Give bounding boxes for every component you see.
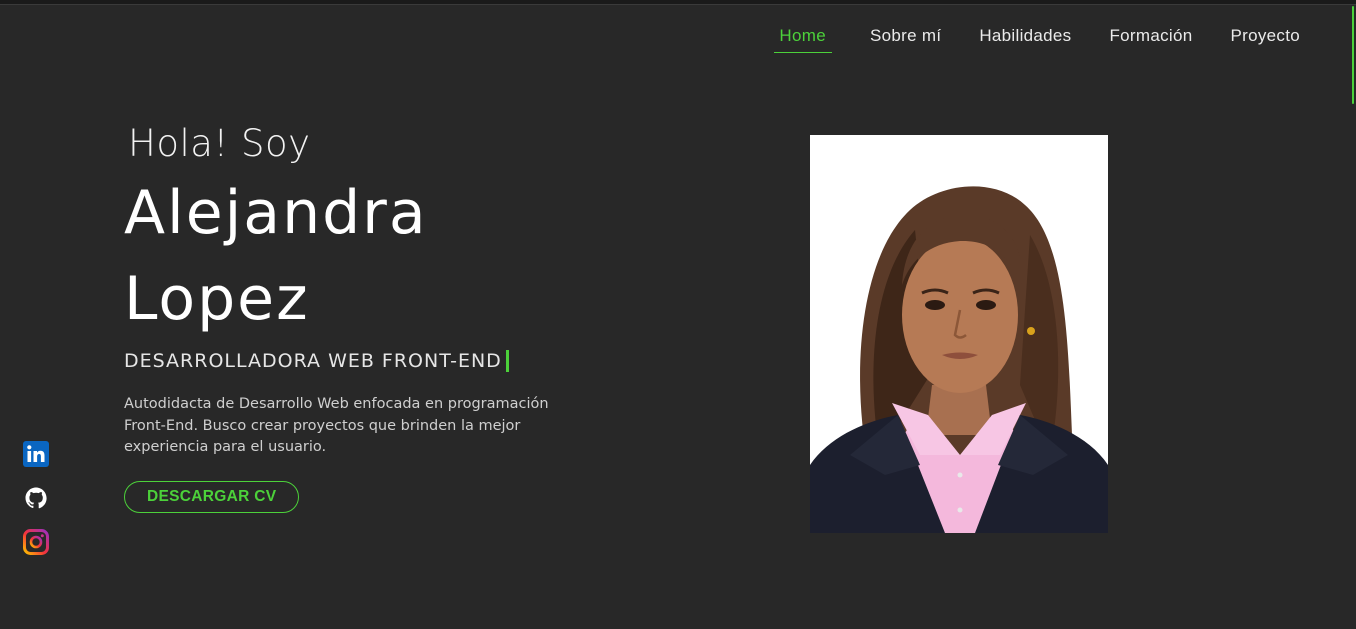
greeting-text: Hola! Soy — [128, 122, 311, 165]
social-links — [23, 441, 49, 555]
github-icon[interactable] — [23, 485, 49, 511]
hero-description: Autodidacta de Desarrollo Web enfocada e… — [124, 396, 549, 455]
nav-habilidades[interactable]: Habilidades — [979, 24, 1071, 53]
role-line: DESARROLLADORA WEB FRONT-END — [124, 350, 584, 372]
download-cv-button[interactable]: DESCARGAR CV — [124, 480, 300, 513]
portrait-illustration — [810, 135, 1108, 533]
main-nav: Home Sobre mí Habilidades Formación Proy… — [736, 24, 1300, 53]
top-strip — [0, 0, 1356, 5]
profile-photo — [810, 135, 1108, 533]
hero-intro: Hola! Soy Alejandra Lopez DESARROLLADORA… — [124, 118, 584, 513]
last-name: Lopez — [124, 264, 310, 334]
nav-formacion[interactable]: Formación — [1109, 24, 1192, 53]
typing-cursor — [505, 350, 509, 372]
nav-proyecto[interactable]: Proyecto — [1231, 24, 1301, 53]
first-name: Alejandra — [124, 178, 428, 248]
role-title: DESARROLLADORA WEB FRONT-END — [124, 350, 502, 372]
instagram-icon[interactable] — [23, 529, 49, 555]
nav-sobre-mi[interactable]: Sobre mí — [870, 24, 941, 53]
portfolio-page: Home Sobre mí Habilidades Formación Proy… — [0, 0, 1356, 629]
scrollbar[interactable] — [1352, 6, 1354, 104]
linkedin-icon[interactable] — [23, 441, 49, 467]
nav-home[interactable]: Home — [774, 24, 832, 53]
